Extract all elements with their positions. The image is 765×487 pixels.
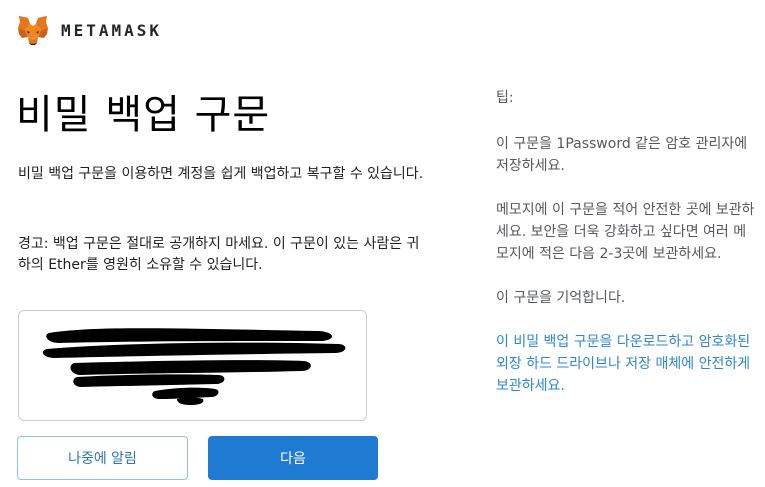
metamask-fox-icon [18, 16, 48, 45]
tip-write-down: 메모지에 이 구문을 적어 안전한 곳에 보관하세요. 보안을 더욱 강화하고 … [496, 202, 755, 262]
tips-panel: 팁: 이 구문을 1Password 같은 암호 관리자에 저장하세요. 메모지… [496, 87, 758, 419]
header: METAMASK [16, 13, 162, 47]
backup-phrase-page: METAMASK 비밀 백업 구문 비밀 백업 구문을 이용하면 계정을 쉽게 … [0, 0, 765, 487]
tips-title: 팁: [496, 90, 514, 106]
page-title: 비밀 백업 구문 [16, 92, 271, 138]
download-phrase-link[interactable]: 이 비밀 백업 구문을 다운로드하고 암호화된 외장 하드 드라이브나 저장 매… [496, 331, 758, 397]
remind-later-button[interactable]: 나중에 알림 [17, 436, 188, 480]
description-text: 비밀 백업 구문을 이용하면 계정을 쉽게 백업하고 복구할 수 있습니다. [18, 166, 424, 182]
redacted-phrase-scribble [42, 328, 346, 405]
tip-memorize: 이 구문을 기억합니다. [496, 290, 626, 306]
tip-password-manager: 이 구문을 1Password 같은 암호 관리자에 저장하세요. [496, 136, 748, 174]
secret-phrase-box[interactable] [18, 310, 367, 421]
warning-text: 경고: 백업 구문은 절대로 공개하지 마세요. 이 구문이 있는 사람은 귀하… [18, 236, 420, 273]
next-button[interactable]: 다음 [208, 436, 378, 480]
brand-wordmark: METAMASK [61, 20, 163, 40]
